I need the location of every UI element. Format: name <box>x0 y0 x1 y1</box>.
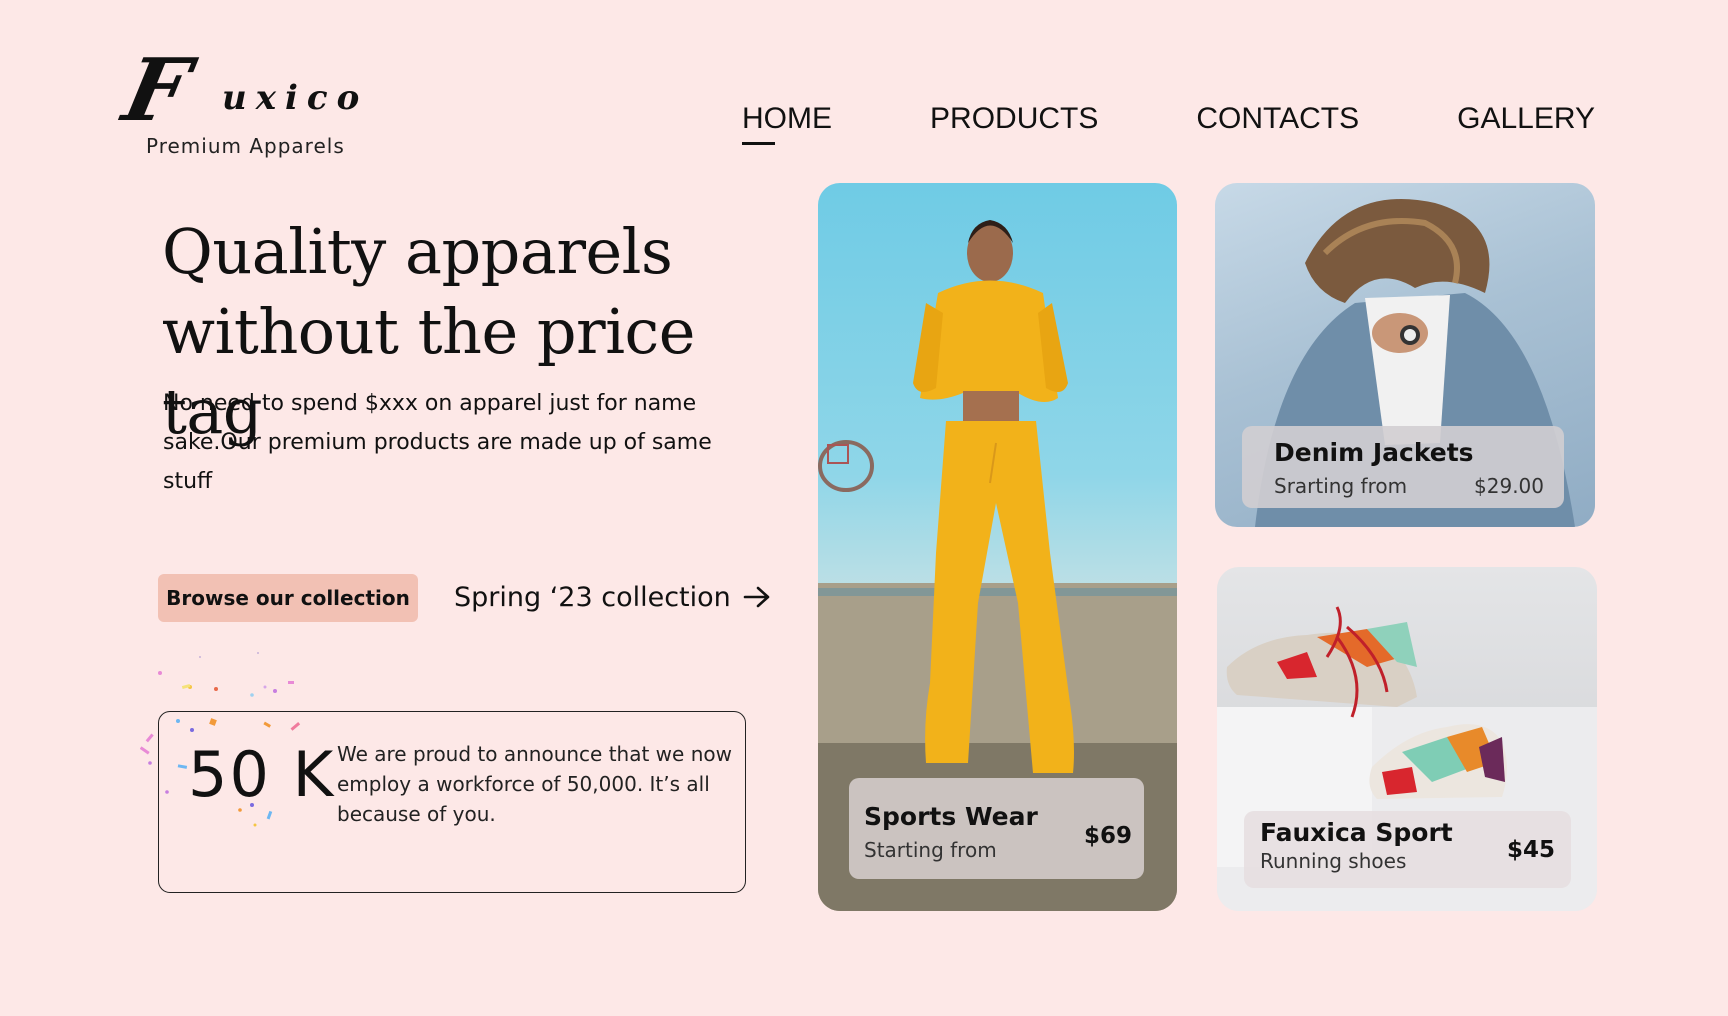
nav-home[interactable]: HOME <box>742 102 832 145</box>
fauxica-sport-info: Fauxica Sport Running shoes $45 <box>1244 811 1571 888</box>
product-card-fauxica-sport[interactable]: Fauxica Sport Running shoes $45 <box>1217 567 1597 911</box>
fauxica-sport-subtitle: Running shoes <box>1260 849 1407 873</box>
nav-products[interactable]: PRODUCTS <box>930 102 1098 136</box>
hero-description: No need to spend $xxx on apparel just fo… <box>163 391 712 494</box>
nav-gallery[interactable]: GALLERY <box>1457 102 1595 136</box>
denim-jackets-title: Denim Jackets <box>1274 438 1474 467</box>
browse-collection-button[interactable]: Browse our collection <box>158 574 418 622</box>
denim-jackets-info: Denim Jackets Srarting from $29.00 <box>1242 426 1564 508</box>
sports-wear-price: $69 <box>1083 823 1132 849</box>
brand-logo[interactable]: F uxico Premium Apparels <box>115 40 369 163</box>
logo-initial: F <box>115 40 196 141</box>
fauxica-sport-title: Fauxica Sport <box>1260 818 1453 847</box>
sports-wear-info: Sports Wear Starting from $69 <box>849 778 1144 879</box>
hero-title-line1: Quality apparels <box>162 215 673 288</box>
stat-number: 50 K <box>188 738 336 811</box>
stats-card: 50 K We are proud to announce that we no… <box>158 711 746 893</box>
denim-jackets-subtitle: Srarting from <box>1274 474 1408 498</box>
logo-tagline: Premium Apparels <box>146 134 345 158</box>
logo-wordmark: uxico <box>222 78 369 118</box>
sports-wear-title: Sports Wear <box>864 802 1038 831</box>
main-nav: HOME PRODUCTS CONTACTS GALLERY <box>742 102 1595 145</box>
fauxica-sport-price: $45 <box>1506 837 1555 863</box>
product-card-denim-jackets[interactable]: Denim Jackets Srarting from $29.00 <box>1215 183 1595 527</box>
spring-collection-label: Spring ‘23 collection <box>454 581 731 613</box>
nav-contacts[interactable]: CONTACTS <box>1196 102 1359 136</box>
spring-collection-link[interactable]: Spring ‘23 collection <box>454 575 771 619</box>
denim-jackets-price: $29.00 <box>1474 474 1544 498</box>
sports-wear-subtitle: Starting from <box>864 838 997 862</box>
product-card-sports-wear[interactable]: Sports Wear Starting from $69 <box>818 183 1177 911</box>
stat-text: We are proud to announce that we now emp… <box>337 742 732 826</box>
arrow-right-icon <box>743 586 770 608</box>
